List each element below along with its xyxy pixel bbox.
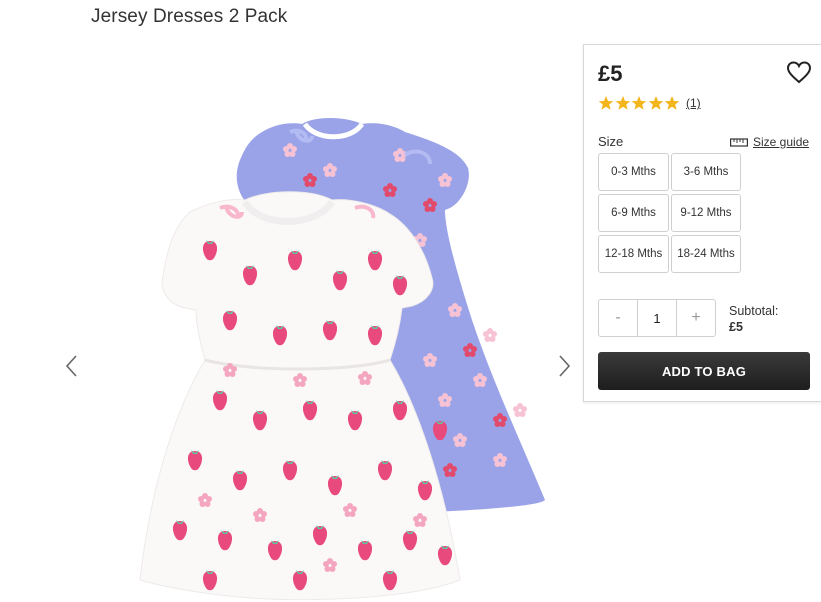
size-option-12-18-mths[interactable]: 12-18 Mths — [598, 235, 669, 273]
size-guide-link[interactable]: Size guide — [730, 135, 809, 149]
size-option-6-9-mths[interactable]: 6-9 Mths — [598, 194, 669, 232]
subtotal-value: £5 — [729, 320, 743, 334]
size-option-9-12-mths[interactable]: 9-12 Mths — [671, 194, 741, 232]
page-title: Jersey Dresses 2 Pack — [91, 6, 288, 27]
product-price: £5 — [598, 61, 623, 86]
size-option-18-24-mths[interactable]: 18-24 Mths — [671, 235, 741, 273]
product-image-gallery — [60, 80, 585, 602]
add-to-bag-button[interactable]: ADD TO BAG — [598, 352, 810, 390]
ruler-icon — [730, 138, 748, 147]
chevron-left-icon[interactable] — [62, 352, 82, 380]
star-icon — [598, 96, 614, 110]
star-icon — [615, 96, 630, 110]
review-count-link[interactable]: (1) — [686, 96, 701, 110]
quantity-decrease-button[interactable]: - — [599, 300, 637, 336]
quantity-value[interactable]: 1 — [637, 300, 677, 336]
chevron-right-icon[interactable] — [554, 352, 574, 380]
quantity-stepper: - 1 + — [598, 299, 716, 337]
subtotal: Subtotal: £5 — [729, 303, 778, 335]
subtotal-label: Subtotal: — [729, 304, 779, 318]
size-label: Size — [598, 134, 624, 149]
size-guide-label: Size guide — [753, 135, 810, 149]
quantity-increase-button[interactable]: + — [677, 300, 715, 336]
star-icon — [665, 96, 680, 110]
heart-outline-icon[interactable] — [786, 61, 812, 85]
star-icon — [648, 96, 664, 110]
size-options: 0-3 Mths 3-6 Mths 6-9 Mths 9-12 Mths 12-… — [598, 153, 741, 273]
product-purchase-panel: £5 (1) Size Size guide 0-3 Mths 3-6 Mths… — [583, 44, 821, 402]
product-image — [139, 118, 546, 600]
size-option-0-3-mths[interactable]: 0-3 Mths — [598, 153, 669, 191]
star-icon — [631, 96, 647, 110]
star-rating: (1) — [598, 95, 701, 111]
size-option-3-6-mths[interactable]: 3-6 Mths — [671, 153, 741, 191]
